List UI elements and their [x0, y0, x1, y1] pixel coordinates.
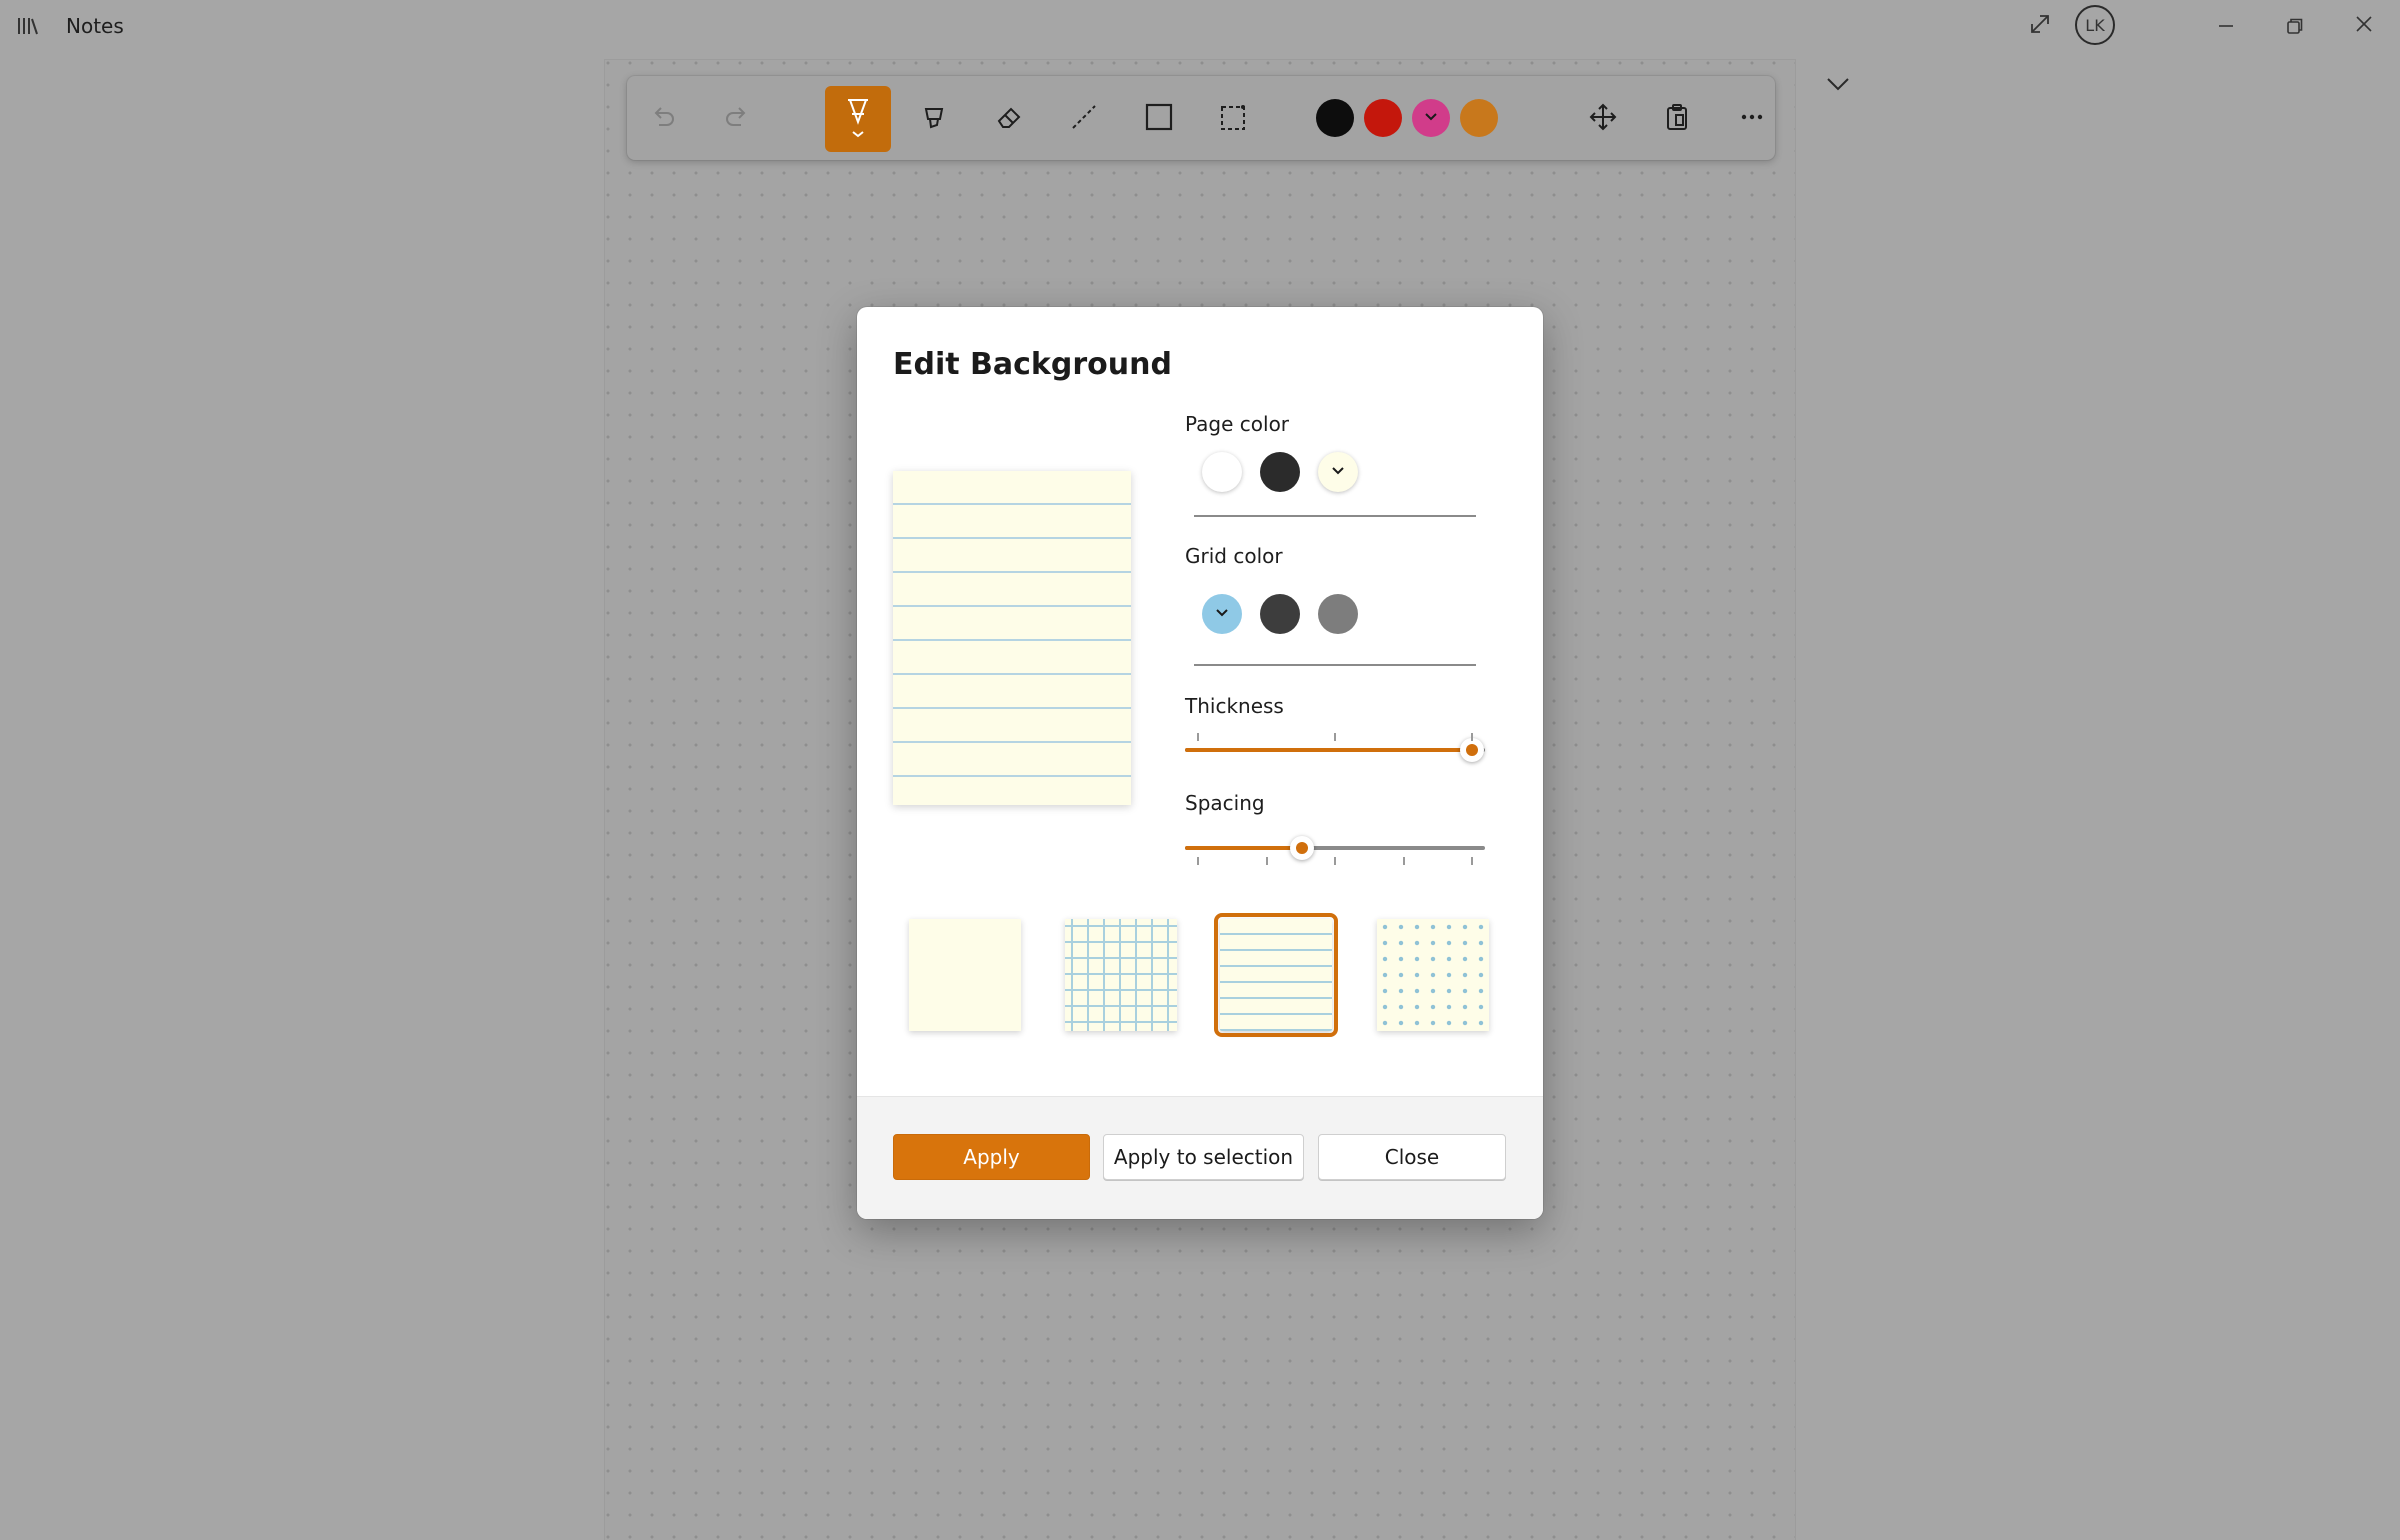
apply-button[interactable]: Apply — [893, 1134, 1090, 1180]
app-title: Notes — [66, 14, 124, 38]
page-color-white[interactable] — [1202, 452, 1242, 492]
highlighter-tool[interactable] — [901, 86, 967, 152]
undo-button[interactable] — [630, 86, 696, 152]
title-bar: Notes LK — [0, 0, 2400, 54]
lasso-select-icon — [1217, 101, 1249, 137]
line-icon — [1068, 101, 1100, 137]
slider-tick — [1197, 733, 1199, 741]
background-preview — [893, 471, 1131, 805]
spacing-thumb[interactable] — [1290, 836, 1315, 860]
template-lined[interactable] — [1214, 913, 1338, 1037]
slider-tick — [1471, 733, 1473, 741]
slider-tick — [1197, 857, 1199, 865]
lasso-select-tool[interactable] — [1200, 86, 1266, 152]
edit-background-dialog: Edit Background Page color Grid color Th… — [857, 307, 1543, 1219]
template-blank[interactable] — [909, 919, 1021, 1031]
slider-tick — [1402, 857, 1405, 865]
paste-icon — [1661, 101, 1693, 137]
redo-icon — [721, 101, 753, 137]
move-button[interactable] — [1570, 86, 1636, 152]
thickness-slider[interactable] — [1185, 733, 1485, 765]
ink-color-red[interactable] — [1364, 99, 1402, 137]
expand-icon[interactable] — [2028, 12, 2052, 40]
move-icon — [1587, 101, 1619, 137]
avatar[interactable]: LK — [2075, 5, 2115, 45]
close-button[interactable]: Close — [1318, 1134, 1506, 1180]
chevron-down-icon — [1213, 603, 1231, 625]
dialog-title: Edit Background — [893, 347, 1172, 382]
chevron-down-icon — [1422, 107, 1440, 129]
ink-color-black[interactable] — [1316, 99, 1354, 137]
rectangle-icon — [1143, 101, 1175, 137]
line-tool[interactable] — [1051, 86, 1117, 152]
grid-color-gray[interactable] — [1318, 594, 1358, 634]
template-dotted[interactable] — [1377, 919, 1489, 1031]
slider-tick — [1334, 733, 1336, 741]
spacing-fill — [1185, 846, 1303, 850]
undo-icon — [647, 101, 679, 137]
highlighter-icon — [918, 101, 950, 137]
grid-color-divider — [1194, 664, 1476, 666]
page-color-divider — [1194, 515, 1476, 517]
grid-color-label: Grid color — [1185, 544, 1283, 568]
thickness-fill — [1185, 748, 1472, 752]
thickness-thumb[interactable] — [1460, 738, 1484, 762]
page-color-label: Page color — [1185, 412, 1290, 436]
grid-color-dark[interactable] — [1260, 594, 1300, 634]
slider-tick — [1334, 857, 1336, 865]
minimize-icon[interactable] — [2214, 14, 2238, 42]
library-icon[interactable] — [16, 14, 40, 42]
close-window-icon[interactable] — [2352, 12, 2376, 40]
ink-toolbar — [627, 76, 1775, 160]
page-color-dark[interactable] — [1260, 452, 1300, 492]
ink-color-pink[interactable] — [1412, 99, 1450, 137]
grid-color-blue[interactable] — [1202, 594, 1242, 634]
template-grid[interactable] — [1065, 919, 1177, 1031]
pen-tool[interactable] — [825, 86, 891, 152]
collapse-toolbar-chevron-icon[interactable] — [1822, 70, 1854, 102]
spacing-label: Spacing — [1185, 791, 1265, 815]
slider-tick — [1265, 857, 1268, 865]
more-icon — [1736, 101, 1768, 137]
thickness-label: Thickness — [1185, 694, 1284, 718]
ink-color-orange[interactable] — [1460, 99, 1498, 137]
spacing-slider[interactable] — [1185, 833, 1485, 865]
pen-icon — [841, 94, 875, 144]
chevron-down-icon — [1329, 461, 1347, 483]
redo-button[interactable] — [704, 86, 770, 152]
eraser-icon — [993, 101, 1025, 137]
slider-tick — [1471, 857, 1473, 865]
paste-button[interactable] — [1644, 86, 1710, 152]
apply-to-selection-button[interactable]: Apply to selection — [1103, 1134, 1304, 1180]
dialog-footer: Apply Apply to selection Close — [857, 1096, 1543, 1219]
eraser-tool[interactable] — [976, 86, 1042, 152]
page-color-cream[interactable] — [1318, 452, 1358, 492]
more-button[interactable] — [1719, 86, 1785, 152]
rectangle-tool[interactable] — [1126, 86, 1192, 152]
restore-icon[interactable] — [2283, 14, 2307, 42]
